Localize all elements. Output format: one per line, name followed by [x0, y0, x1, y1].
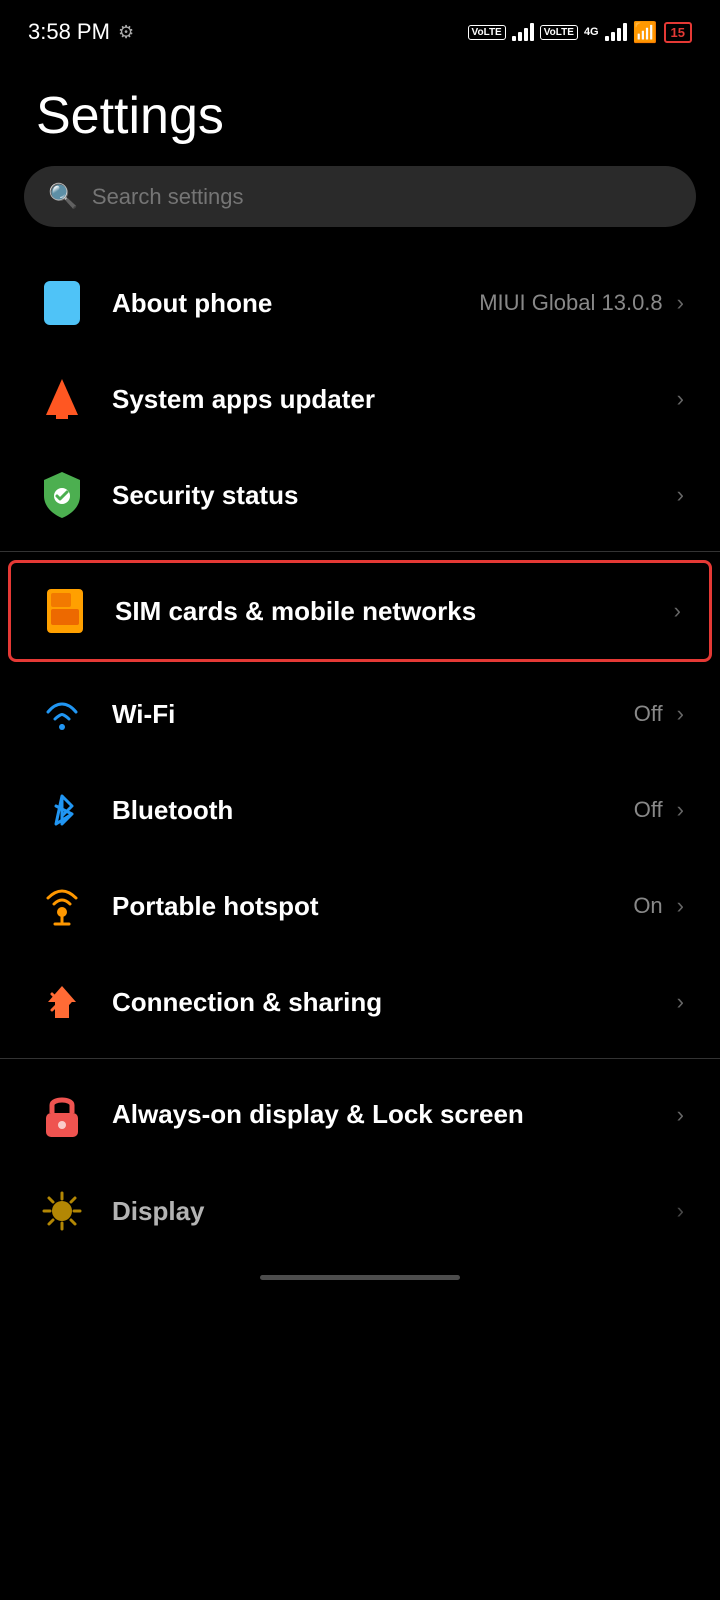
chevron-icon: ›: [677, 386, 684, 412]
sim-cards-content: SIM cards & mobile networks: [115, 596, 674, 627]
status-time: 3:58 PM ⚙: [28, 19, 134, 45]
hotspot-label: Portable hotspot: [112, 891, 633, 922]
security-status-right: ›: [677, 482, 684, 508]
sim-cards-right: ›: [674, 598, 681, 624]
hotspot-value: On: [633, 893, 662, 919]
connection-sharing-label: Connection & sharing: [112, 987, 677, 1018]
status-bar: 3:58 PM ⚙ VoLTE VoLTE 4G 📶 15: [0, 0, 720, 56]
scroll-indicator: [260, 1275, 460, 1280]
bluetooth-right: Off ›: [634, 797, 684, 823]
about-phone-label: About phone: [112, 288, 479, 319]
security-status-label: Security status: [112, 480, 677, 511]
system-apps-content: System apps updater: [112, 384, 677, 415]
gear-icon: ⚙: [118, 22, 134, 43]
section-2: SIM cards & mobile networks › Wi-Fi Off …: [0, 560, 720, 1050]
chevron-icon: ›: [674, 598, 681, 624]
signal-bars-2: [605, 23, 627, 41]
shield-icon: [36, 469, 88, 521]
chevron-icon: ›: [677, 290, 684, 316]
settings-item-wifi[interactable]: Wi-Fi Off ›: [0, 666, 720, 762]
chevron-icon: ›: [677, 1102, 684, 1128]
battery-icon: 15: [664, 22, 692, 43]
signal-bars-1: [512, 23, 534, 41]
bluetooth-value: Off: [634, 797, 663, 823]
chevron-icon: ›: [677, 701, 684, 727]
settings-item-display[interactable]: Display ›: [0, 1163, 720, 1259]
system-apps-label: System apps updater: [112, 384, 677, 415]
always-on-content: Always-on display & Lock screen: [112, 1098, 677, 1132]
wifi-content: Wi-Fi: [112, 699, 634, 730]
hotspot-content: Portable hotspot: [112, 891, 633, 922]
sim-icon: [39, 585, 91, 637]
section-3: Always-on display & Lock screen › Displa…: [0, 1067, 720, 1259]
settings-item-bluetooth[interactable]: Bluetooth Off ›: [0, 762, 720, 858]
time-display: 3:58 PM: [28, 19, 110, 45]
chevron-icon: ›: [677, 1198, 684, 1224]
lock-icon: [36, 1089, 88, 1141]
wifi-status-icon: 📶: [633, 20, 658, 45]
search-input[interactable]: [92, 184, 672, 210]
4g-icon: 4G: [584, 26, 599, 38]
settings-item-sim-cards[interactable]: SIM cards & mobile networks ›: [8, 560, 712, 662]
volte1-icon: VoLTE: [468, 25, 506, 40]
divider-2: [0, 1058, 720, 1059]
wifi-right: Off ›: [634, 701, 684, 727]
display-icon: [36, 1185, 88, 1237]
settings-item-system-apps-updater[interactable]: System apps updater ›: [0, 351, 720, 447]
chevron-icon: ›: [677, 797, 684, 823]
wifi-icon: [36, 688, 88, 740]
hotspot-icon: [36, 880, 88, 932]
settings-item-portable-hotspot[interactable]: Portable hotspot On ›: [0, 858, 720, 954]
bluetooth-label: Bluetooth: [112, 795, 634, 826]
settings-item-always-on-display[interactable]: Always-on display & Lock screen ›: [0, 1067, 720, 1163]
about-phone-content: About phone: [112, 288, 479, 319]
about-phone-right: MIUI Global 13.0.8 ›: [479, 290, 684, 316]
chevron-icon: ›: [677, 989, 684, 1015]
connection-sharing-right: ›: [677, 989, 684, 1015]
settings-item-about-phone[interactable]: About phone MIUI Global 13.0.8 ›: [0, 255, 720, 351]
phone-icon: [36, 277, 88, 329]
security-status-content: Security status: [112, 480, 677, 511]
status-icons: VoLTE VoLTE 4G 📶 15: [468, 20, 692, 45]
connection-sharing-content: Connection & sharing: [112, 987, 677, 1018]
wifi-value: Off: [634, 701, 663, 727]
about-phone-value: MIUI Global 13.0.8: [479, 290, 662, 316]
search-icon: 🔍: [48, 182, 78, 211]
settings-item-connection-sharing[interactable]: Connection & sharing ›: [0, 954, 720, 1050]
display-right: ›: [677, 1198, 684, 1224]
chevron-icon: ›: [677, 893, 684, 919]
bluetooth-content: Bluetooth: [112, 795, 634, 826]
page-title: Settings: [0, 56, 720, 166]
always-on-label: Always-on display & Lock screen: [112, 1098, 677, 1132]
hotspot-right: On ›: [633, 893, 684, 919]
settings-item-security-status[interactable]: Security status ›: [0, 447, 720, 543]
display-content: Display: [112, 1196, 677, 1227]
section-1: About phone MIUI Global 13.0.8 › System …: [0, 255, 720, 543]
divider-1: [0, 551, 720, 552]
sim-cards-label: SIM cards & mobile networks: [115, 596, 674, 627]
connection-icon: [36, 976, 88, 1028]
wifi-label: Wi-Fi: [112, 699, 634, 730]
bluetooth-icon: [36, 784, 88, 836]
search-bar[interactable]: 🔍: [24, 166, 696, 227]
arrow-up-icon: [36, 373, 88, 425]
system-apps-right: ›: [677, 386, 684, 412]
display-label: Display: [112, 1196, 677, 1227]
chevron-icon: ›: [677, 482, 684, 508]
always-on-right: ›: [677, 1102, 684, 1128]
volte2-icon: VoLTE: [540, 25, 578, 40]
battery-level: 15: [671, 25, 685, 40]
